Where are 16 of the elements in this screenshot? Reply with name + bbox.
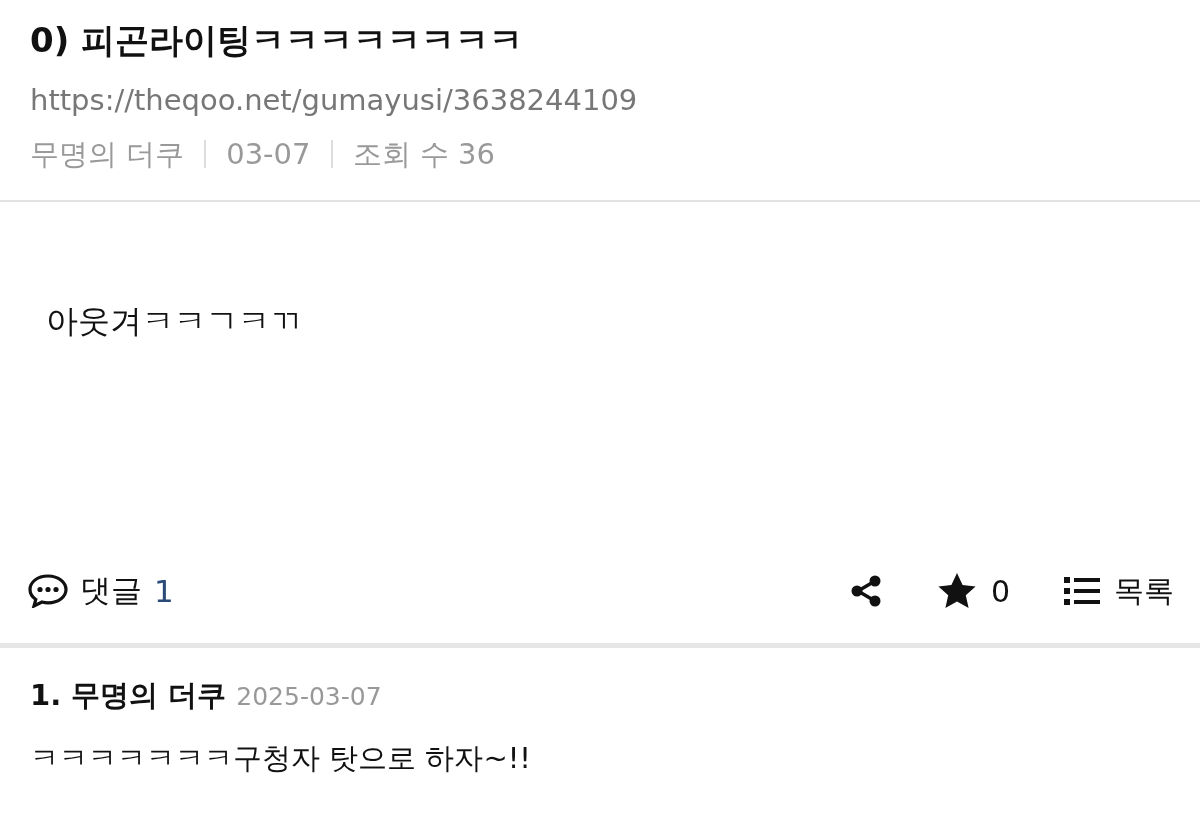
list-icon (1064, 576, 1100, 606)
vote-button[interactable]: 0 (936, 572, 1010, 610)
post-title: 0) 피곤라이팅ㅋㅋㅋㅋㅋㅋㅋㅋ (30, 19, 525, 62)
post-link[interactable]: https://theqoo.net/gumayusi/3638244109 (30, 78, 638, 122)
comments-link[interactable]: 댓글 1 (28, 570, 174, 612)
star-icon (936, 572, 977, 610)
comment-text: ㅋㅋㅋㅋㅋㅋㅋ구청자 탓으로 하자~!! (30, 740, 532, 777)
post-meta: 조회 수 36 (330, 140, 495, 168)
post-body: 아웃겨ㅋㅋㄱㅋㄲ (45, 301, 303, 342)
speech-bubble-icon (28, 574, 68, 608)
comment-date: 2025-03-07 (236, 681, 382, 713)
comment-author: 무명의 더쿠 (71, 677, 227, 714)
list-button[interactable]: 목록 (1064, 570, 1174, 612)
post-meta: 무명의 더쿠 (30, 136, 185, 173)
comment-number: 1. (30, 677, 62, 714)
post-meta: 03-07 (204, 140, 311, 168)
